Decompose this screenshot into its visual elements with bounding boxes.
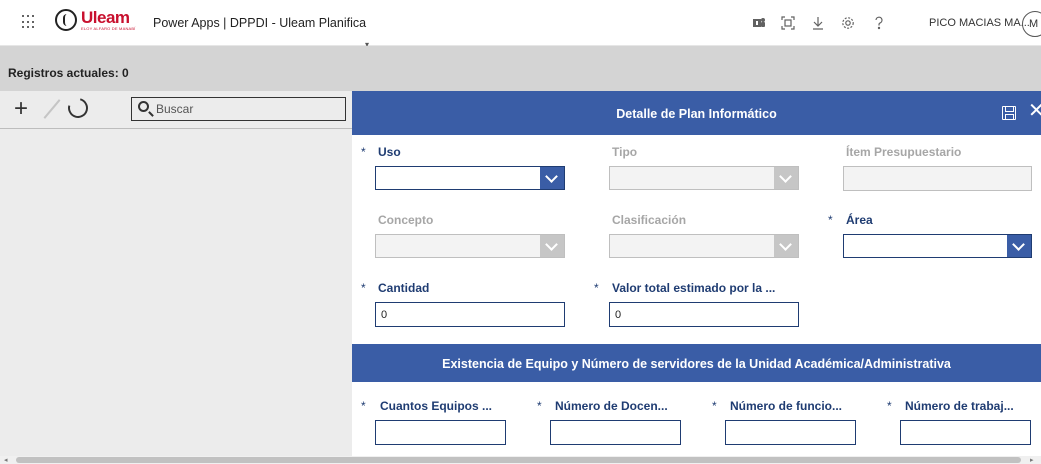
scroll-left-icon[interactable]: ◂ xyxy=(4,456,8,464)
item-presupuestario-label: Ítem Presupuestario xyxy=(846,145,962,159)
download-icon[interactable] xyxy=(811,14,825,32)
chevron-down-icon[interactable] xyxy=(1007,235,1031,257)
app-title: Power Apps | DPPDI - Uleam Planifica xyxy=(153,16,367,30)
tipo-label: Tipo xyxy=(612,145,638,159)
required-marker: * xyxy=(361,145,366,159)
required-marker: * xyxy=(887,399,892,413)
required-marker: * xyxy=(361,399,366,413)
save-icon[interactable] xyxy=(1002,106,1016,120)
scroll-right-icon[interactable]: ▸ xyxy=(1030,456,1034,464)
chevron-down-icon[interactable] xyxy=(774,167,798,189)
horizontal-scrollbar[interactable]: ◂ ▸ xyxy=(0,456,1041,464)
scrollbar-thumb[interactable] xyxy=(16,457,1021,463)
numero-docentes-label: Número de Docen... xyxy=(555,399,668,413)
cantidad-label: Cantidad xyxy=(378,281,430,295)
concepto-label: Concepto xyxy=(378,213,434,227)
chevron-down-icon[interactable] xyxy=(540,167,564,189)
section-title: Existencia de Equipo y Número de servido… xyxy=(442,357,951,371)
app-launcher-icon[interactable] xyxy=(22,15,36,29)
concepto-dropdown[interactable] xyxy=(375,234,565,258)
area-label: Área xyxy=(846,213,873,227)
search-input[interactable] xyxy=(156,101,341,117)
area-dropdown[interactable] xyxy=(843,234,1032,258)
logo-seal-icon xyxy=(55,9,77,31)
clasificacion-dropdown[interactable] xyxy=(609,234,799,258)
logo-word: Uleam xyxy=(81,8,130,27)
section-header: Existencia de Equipo y Número de servido… xyxy=(352,344,1041,382)
chevron-down-icon[interactable] xyxy=(774,235,798,257)
required-marker: * xyxy=(828,213,833,227)
form-title: Detalle de Plan Informático xyxy=(616,107,777,121)
search-icon xyxy=(138,101,149,112)
records-bar: Registros actuales: 0 xyxy=(0,46,1041,91)
app-header: Uleam ELOY ALFARO DE MANABÍ Power Apps |… xyxy=(0,0,1041,49)
uso-dropdown[interactable] xyxy=(375,166,565,190)
numero-trabajadores-label: Número de trabaj... xyxy=(905,399,1014,413)
required-marker: * xyxy=(361,281,366,295)
valor-total-label: Valor total estimado por la ... xyxy=(612,281,776,295)
edit-icon[interactable] xyxy=(42,99,62,119)
required-marker: * xyxy=(594,281,599,295)
settings-icon[interactable] xyxy=(841,14,855,32)
user-name[interactable]: PICO MACIAS MA... xyxy=(929,17,1030,29)
clasificacion-label: Clasificación xyxy=(612,213,687,227)
search-box[interactable] xyxy=(131,97,346,121)
form-header: Detalle de Plan Informático ✕ xyxy=(352,91,1041,135)
numero-docentes-field[interactable] xyxy=(550,420,681,445)
cuantos-equipos-field[interactable] xyxy=(375,420,506,445)
records-gallery[interactable] xyxy=(0,129,352,456)
close-icon[interactable]: ✕ xyxy=(1028,101,1041,121)
logo-subtext: ELOY ALFARO DE MANABÍ xyxy=(81,26,136,31)
detail-form: Detalle de Plan Informático ✕ * Uso Tipo… xyxy=(352,91,1041,456)
help-icon[interactable] xyxy=(873,14,885,32)
refresh-icon[interactable] xyxy=(64,94,92,122)
avatar[interactable]: M xyxy=(1022,11,1041,37)
gallery-toolbar: + xyxy=(0,91,352,129)
tipo-dropdown[interactable] xyxy=(609,166,799,190)
cuantos-equipos-label: Cuantos Equipos ... xyxy=(380,399,493,413)
valor-total-field[interactable] xyxy=(609,302,799,327)
cantidad-field[interactable] xyxy=(375,302,565,327)
chevron-down-icon[interactable] xyxy=(540,235,564,257)
teams-icon[interactable] xyxy=(752,14,766,32)
numero-funcionarios-label: Número de funcio... xyxy=(730,399,843,413)
uleam-logo: Uleam ELOY ALFARO DE MANABÍ xyxy=(55,9,136,35)
numero-trabajadores-field[interactable] xyxy=(900,420,1031,445)
records-count-label: Registros actuales: 0 xyxy=(8,66,129,80)
required-marker: * xyxy=(537,399,542,413)
fit-screen-icon[interactable] xyxy=(781,14,795,32)
uso-label: Uso xyxy=(378,145,401,159)
add-icon[interactable]: + xyxy=(14,97,28,121)
numero-funcionarios-field[interactable] xyxy=(725,420,856,445)
item-presupuestario-field[interactable] xyxy=(843,166,1032,191)
required-marker: * xyxy=(712,399,717,413)
